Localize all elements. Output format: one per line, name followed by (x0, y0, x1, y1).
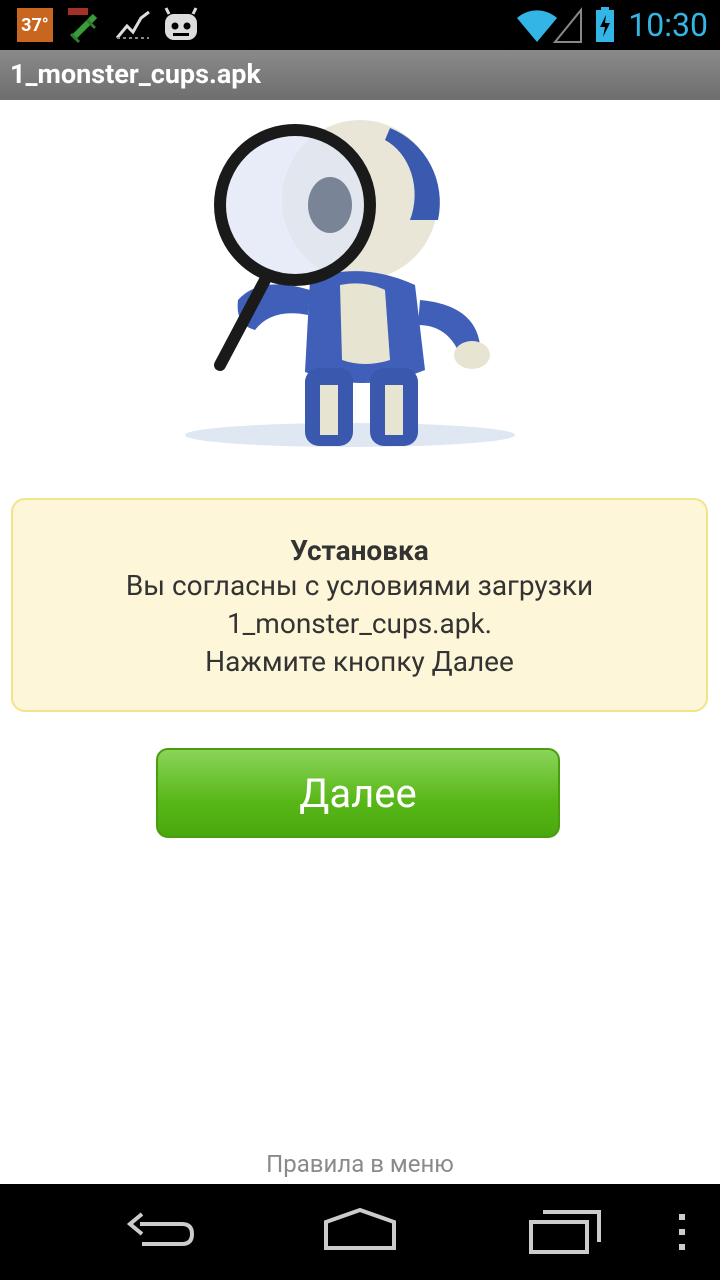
cell-signal-icon (553, 7, 582, 43)
back-icon[interactable] (120, 1202, 200, 1262)
overflow-menu-icon[interactable] (672, 1202, 692, 1262)
status-bar: 37° 10:30 (0, 0, 720, 50)
next-button[interactable]: Далее (156, 748, 560, 838)
info-line-2: 1_monster_cups.apk. (226, 607, 493, 640)
home-icon[interactable] (318, 1202, 402, 1262)
battery-charging-icon (596, 7, 614, 42)
title-bar: 1_monster_cups.apk (0, 50, 720, 100)
temperature-text: 37° (21, 14, 49, 36)
info-line-1: Вы согласны с условиями загрузки (125, 569, 594, 602)
info-line-3: Нажмите кнопку Далее (205, 645, 514, 678)
navigation-bar (0, 1184, 720, 1280)
install-info-box: Установка Вы согласны с условиями загруз… (11, 498, 708, 712)
rules-hint: Правила в меню (266, 1150, 454, 1178)
temperature-badge: 37° (17, 8, 53, 42)
cyanogenmod-icon (164, 7, 198, 40)
robot-magnifier-illustration (185, 120, 515, 447)
next-button-label: Далее (299, 769, 417, 817)
info-heading: Установка (290, 534, 429, 567)
clock: 10:30 (628, 6, 708, 44)
fake-signal-icon (68, 8, 98, 44)
recent-apps-icon[interactable] (525, 1202, 605, 1262)
app-title: 1_monster_cups.apk (10, 58, 261, 90)
activity-graph-icon (115, 10, 150, 39)
